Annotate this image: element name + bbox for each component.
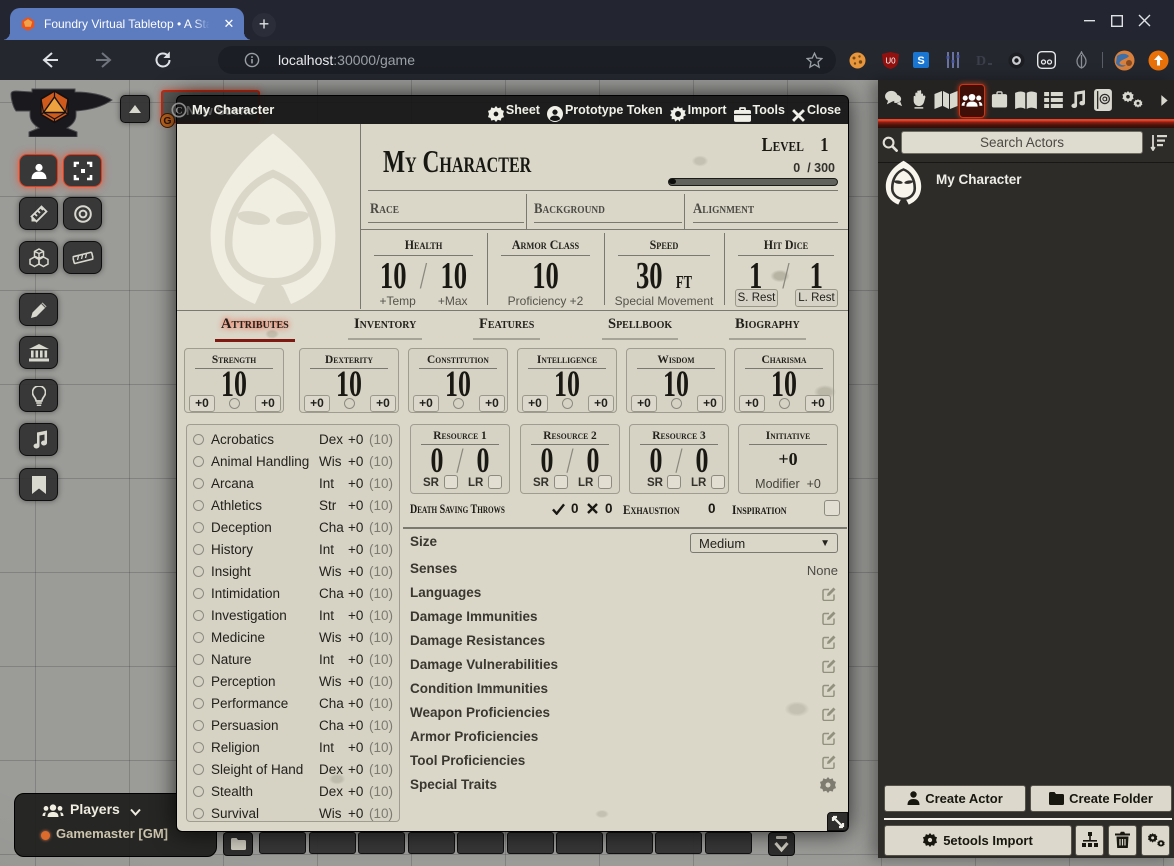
svg-text:C: C	[175, 106, 182, 117]
svg-text:S: S	[917, 55, 924, 67]
svg-text:D: D	[976, 54, 986, 69]
svg-text:U0: U0	[885, 57, 896, 66]
